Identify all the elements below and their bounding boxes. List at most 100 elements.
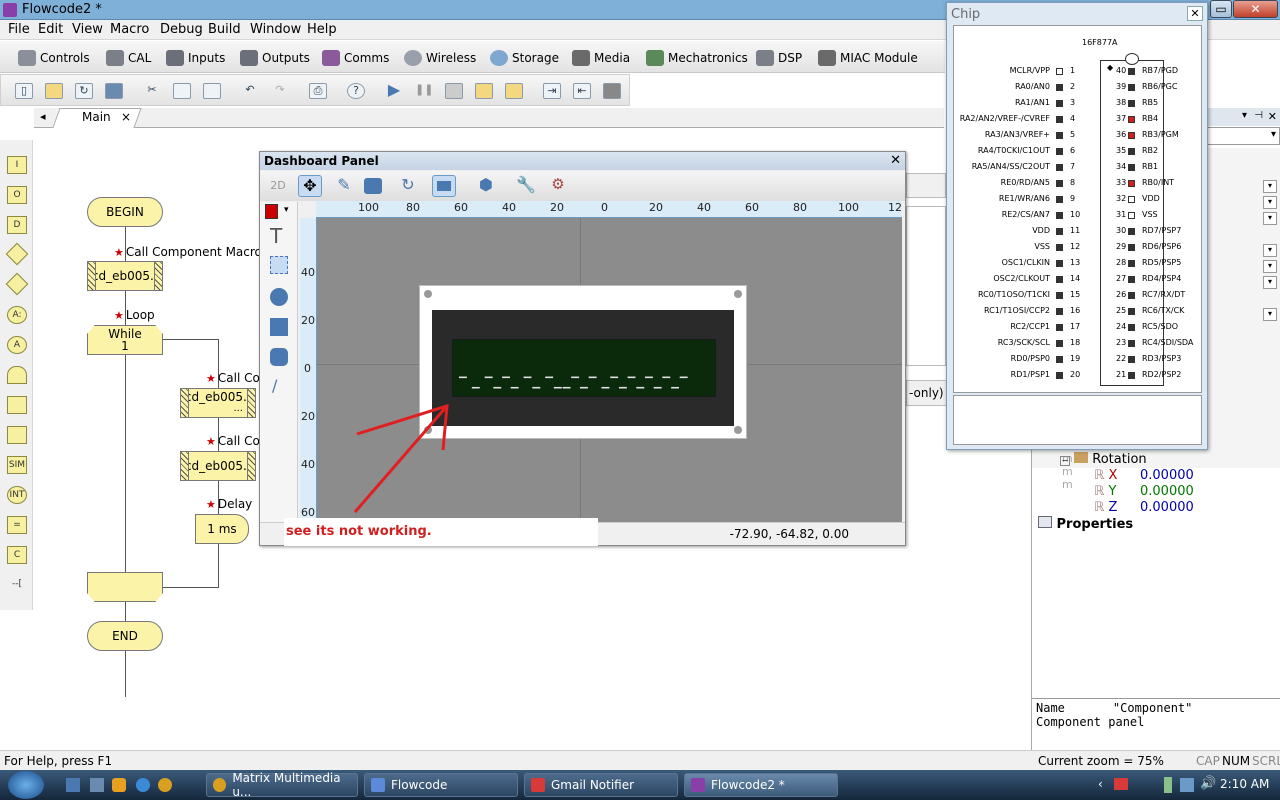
component-macro-block-3[interactable]: lcd_eb005... — [180, 451, 256, 481]
compile-icon[interactable]: ⇥ — [543, 83, 561, 99]
network-icon[interactable] — [1180, 778, 1194, 792]
ie-icon[interactable] — [136, 778, 150, 792]
paste-icon[interactable] — [203, 83, 221, 99]
battery-icon[interactable] — [1164, 777, 1172, 793]
select-tool-icon[interactable] — [270, 256, 288, 274]
chip-close-icon[interactable]: ✕ — [1187, 6, 1203, 21]
component-macro-block-2[interactable]: lcd_eb005...... — [180, 388, 256, 418]
rotate-icon[interactable]: ↻ — [396, 175, 420, 197]
media-player-icon[interactable] — [112, 778, 126, 792]
properties-section[interactable]: Properties — [1038, 516, 1133, 532]
begin-block[interactable]: BEGIN — [87, 197, 163, 227]
chevron-down-icon[interactable]: ▾ — [1263, 308, 1277, 321]
volume-icon[interactable]: 🔊 — [1200, 776, 1216, 791]
show-desktop-icon[interactable] — [66, 778, 80, 792]
interrupt-icon[interactable]: INT — [7, 486, 27, 504]
while-loop-block[interactable]: While 1 — [87, 325, 163, 355]
mechatronics-button[interactable]: Mechatronics — [646, 49, 748, 67]
circle-tool-icon[interactable] — [270, 288, 288, 306]
step-into-icon[interactable] — [475, 83, 493, 99]
dashboard-viewport[interactable]: ▔ ▁ ▔▁▔▁ ▔▁ ▔▁▁▔▁▔ ▁▔▁▔▁▔▁▔▁▔ — [317, 218, 902, 523]
text-tool-icon[interactable]: T — [270, 224, 282, 248]
panel-dropdown-icon[interactable]: ▾ — [1242, 110, 1247, 121]
collapse-icon[interactable]: − — [1060, 456, 1070, 466]
explorer-icon[interactable] — [90, 778, 104, 792]
chevron-down-icon[interactable]: ▾ — [1263, 276, 1277, 289]
line-tool-icon[interactable]: / — [272, 376, 277, 395]
comms-button[interactable]: Comms — [322, 49, 389, 67]
pause-icon[interactable]: ❚❚ — [415, 83, 433, 99]
stop-icon[interactable] — [445, 83, 463, 99]
undo-icon[interactable]: ↶ — [241, 83, 259, 99]
rounded-rect-tool-icon[interactable] — [270, 348, 288, 366]
clock[interactable]: 2:10 AM — [1220, 777, 1269, 791]
menu-build[interactable]: Build — [208, 22, 241, 37]
tray-expand-icon[interactable]: ‹ — [1098, 777, 1103, 791]
menu-view[interactable]: View — [72, 22, 103, 37]
outputs-button[interactable]: Outputs — [240, 49, 310, 67]
menu-macro[interactable]: Macro — [110, 22, 149, 37]
properties-tools-icon[interactable]: ⚙ — [546, 175, 570, 197]
gmail-tray-icon[interactable] — [1114, 778, 1128, 790]
media-button[interactable]: Media — [572, 49, 630, 67]
rectangle-tool-icon[interactable] — [270, 318, 288, 336]
controls-button[interactable]: Controls — [18, 49, 90, 67]
chevron-down-icon[interactable]: ▾ — [1263, 212, 1277, 225]
camera-icon[interactable] — [432, 175, 456, 197]
goto-icon[interactable]: A — [7, 336, 27, 354]
cal-button[interactable]: CAL — [106, 49, 151, 67]
chevron-down-icon[interactable]: ▾ — [1263, 196, 1277, 209]
loop-end-block[interactable] — [87, 572, 163, 602]
minimize-button[interactable]: ▭ — [1210, 0, 1232, 18]
chip-program-icon[interactable] — [603, 83, 621, 99]
dashboard-close-icon[interactable]: ✕ — [890, 153, 901, 168]
run-icon[interactable]: ▶ — [385, 82, 403, 99]
delay-icon[interactable]: D — [7, 216, 27, 234]
connection-point-icon[interactable]: A: — [7, 306, 27, 324]
component-macro-block-1[interactable]: lcd_eb005... — [87, 261, 163, 291]
storage-button[interactable]: Storage — [490, 49, 559, 67]
macro-icon[interactable] — [7, 396, 27, 414]
new-file-icon[interactable]: ▯ — [15, 83, 33, 99]
dashboard-panel[interactable]: Dashboard Panel ✕ 2D ✥ ✎ ↻ ⬢ 🔧 ⚙ ▾ T / 1… — [259, 151, 906, 546]
tab-scroll-left-icon[interactable]: ◂ — [40, 110, 46, 123]
input-icon[interactable]: I — [7, 156, 27, 174]
loop-icon[interactable] — [7, 366, 27, 384]
chevron-down-icon[interactable]: ▾ — [1263, 244, 1277, 257]
output-icon[interactable]: O — [7, 186, 27, 204]
switch-icon[interactable] — [5, 272, 29, 296]
delay-block[interactable]: 1 ms — [195, 514, 249, 544]
rotation-z-row[interactable]: ℝ Z 0.00000 — [1094, 500, 1194, 515]
close-window-button[interactable]: ✕ — [1233, 0, 1278, 18]
sim-icon[interactable]: SIM — [7, 456, 27, 474]
rotation-row[interactable]: − Rotation — [1060, 452, 1147, 467]
menu-edit[interactable]: Edit — [38, 22, 63, 37]
rotation-y-row[interactable]: ℝ Y 0.00000 — [1094, 484, 1194, 499]
inputs-button[interactable]: Inputs — [166, 49, 225, 67]
tab-close-icon[interactable]: × — [121, 110, 131, 124]
compile-chip-icon[interactable]: ⇤ — [573, 83, 591, 99]
chevron-down-icon[interactable]: ▾ — [1263, 180, 1277, 193]
start-button[interactable] — [8, 771, 44, 799]
taskbar-item-flowcode[interactable]: Flowcode — [364, 773, 518, 797]
end-block[interactable]: END — [87, 621, 163, 651]
taskbar-item-flowcode2[interactable]: Flowcode2 * — [684, 773, 838, 797]
decision-icon[interactable] — [5, 242, 29, 266]
component-macro-icon[interactable] — [7, 426, 27, 444]
move-icon[interactable]: ✥ — [298, 175, 322, 197]
2d-toggle[interactable]: 2D — [266, 175, 290, 197]
help-icon[interactable]: ? — [347, 83, 365, 99]
comment-icon[interactable]: --[ — [7, 576, 27, 594]
redo-icon[interactable]: ↷ — [271, 83, 289, 99]
miac-module-button[interactable]: MIAC Module — [818, 49, 918, 67]
step-over-icon[interactable] — [505, 83, 523, 99]
reload-icon[interactable]: ↻ — [75, 83, 93, 99]
dashboard-title-bar[interactable]: Dashboard Panel ✕ — [260, 152, 905, 170]
cube-icon[interactable]: ⬢ — [474, 175, 498, 197]
menu-help[interactable]: Help — [307, 22, 337, 37]
scale-icon[interactable] — [364, 178, 382, 194]
copy-icon[interactable] — [173, 83, 191, 99]
pencil-icon[interactable]: ✎ — [332, 175, 356, 197]
wireless-button[interactable]: Wireless — [404, 49, 476, 67]
chevron-down-icon[interactable]: ▾ — [284, 205, 289, 215]
